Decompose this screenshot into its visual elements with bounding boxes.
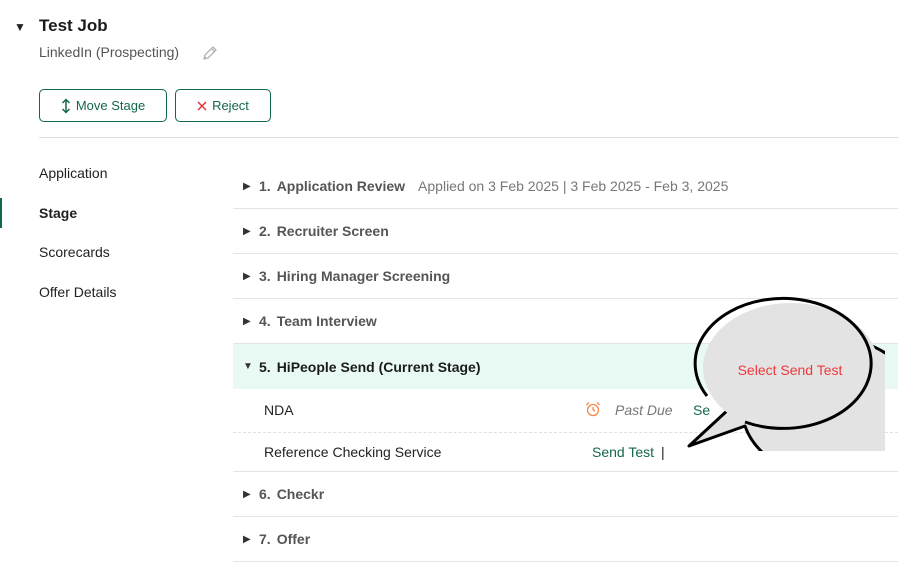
stage-name: HiPeople Send (Current Stage) bbox=[276, 358, 481, 375]
job-title: Test Job bbox=[39, 16, 108, 35]
stage-number: 3. bbox=[259, 268, 271, 284]
caret-down-icon: ▼ bbox=[243, 361, 253, 372]
nav-item-scorecards[interactable]: Scorecards bbox=[39, 244, 110, 260]
stage-number: 5. bbox=[259, 358, 271, 375]
active-nav-indicator bbox=[0, 198, 2, 228]
stage-number: 6. bbox=[259, 486, 271, 502]
stage-name: Recruiter Screen bbox=[276, 223, 389, 239]
job-source: LinkedIn (Prospecting) bbox=[39, 44, 180, 60]
move-vertical-icon bbox=[61, 97, 71, 114]
stage-applied-date: Applied on 3 Feb 2025 | 3 Feb 2025 - Feb… bbox=[418, 178, 729, 194]
stage-row-hiring-manager-screening[interactable]: ▶ 3. Hiring Manager Screening bbox=[233, 254, 898, 299]
text-cursor: | bbox=[661, 444, 665, 460]
stage-row-offer[interactable]: ▶ 7. Offer bbox=[233, 517, 898, 562]
stage-row-recruiter-screen[interactable]: ▶ 2. Recruiter Screen bbox=[233, 209, 898, 254]
stage-item-name: Reference Checking Service bbox=[264, 444, 442, 460]
close-icon bbox=[197, 100, 207, 111]
stage-name: Hiring Manager Screening bbox=[276, 268, 451, 284]
caret-right-icon: ▶ bbox=[243, 488, 251, 500]
alarm-clock-icon bbox=[584, 400, 602, 418]
stage-name: Checkr bbox=[276, 486, 325, 502]
nav-item-stage[interactable]: Stage bbox=[39, 205, 77, 221]
move-stage-label: Move Stage bbox=[75, 98, 146, 113]
stage-row-checkr[interactable]: ▶ 6. Checkr bbox=[233, 472, 898, 517]
header-divider bbox=[39, 137, 898, 138]
send-test-link[interactable]: Send Test bbox=[592, 444, 654, 460]
stage-number: 1. bbox=[259, 178, 271, 194]
reject-label: Reject bbox=[212, 98, 249, 113]
caret-right-icon: ▶ bbox=[243, 270, 251, 282]
caret-right-icon: ▶ bbox=[243, 180, 251, 192]
stage-number: 7. bbox=[259, 531, 271, 547]
nav-item-application[interactable]: Application bbox=[39, 165, 108, 181]
stage-number: 2. bbox=[259, 223, 271, 239]
caret-right-icon: ▶ bbox=[243, 533, 251, 545]
stage-name: Offer bbox=[276, 531, 311, 547]
stage-number: 4. bbox=[259, 313, 271, 329]
pencil-icon[interactable] bbox=[200, 43, 220, 63]
reject-button[interactable]: Reject bbox=[175, 89, 271, 122]
collapse-toggle-icon[interactable]: ▼ bbox=[14, 20, 26, 34]
stage-item-name: NDA bbox=[264, 402, 294, 418]
caret-right-icon: ▶ bbox=[243, 315, 251, 327]
past-due-status: Past Due bbox=[615, 402, 673, 418]
caret-right-icon: ▶ bbox=[243, 225, 251, 237]
callout-text: Select Send Test bbox=[737, 362, 843, 378]
stage-name: Team Interview bbox=[276, 313, 377, 329]
stage-name: Application Review bbox=[276, 178, 406, 194]
stage-row-application-review[interactable]: ▶ 1. Application Review Applied on 3 Feb… bbox=[233, 164, 898, 209]
move-stage-button[interactable]: Move Stage bbox=[39, 89, 167, 122]
nav-item-offer-details[interactable]: Offer Details bbox=[39, 284, 117, 300]
